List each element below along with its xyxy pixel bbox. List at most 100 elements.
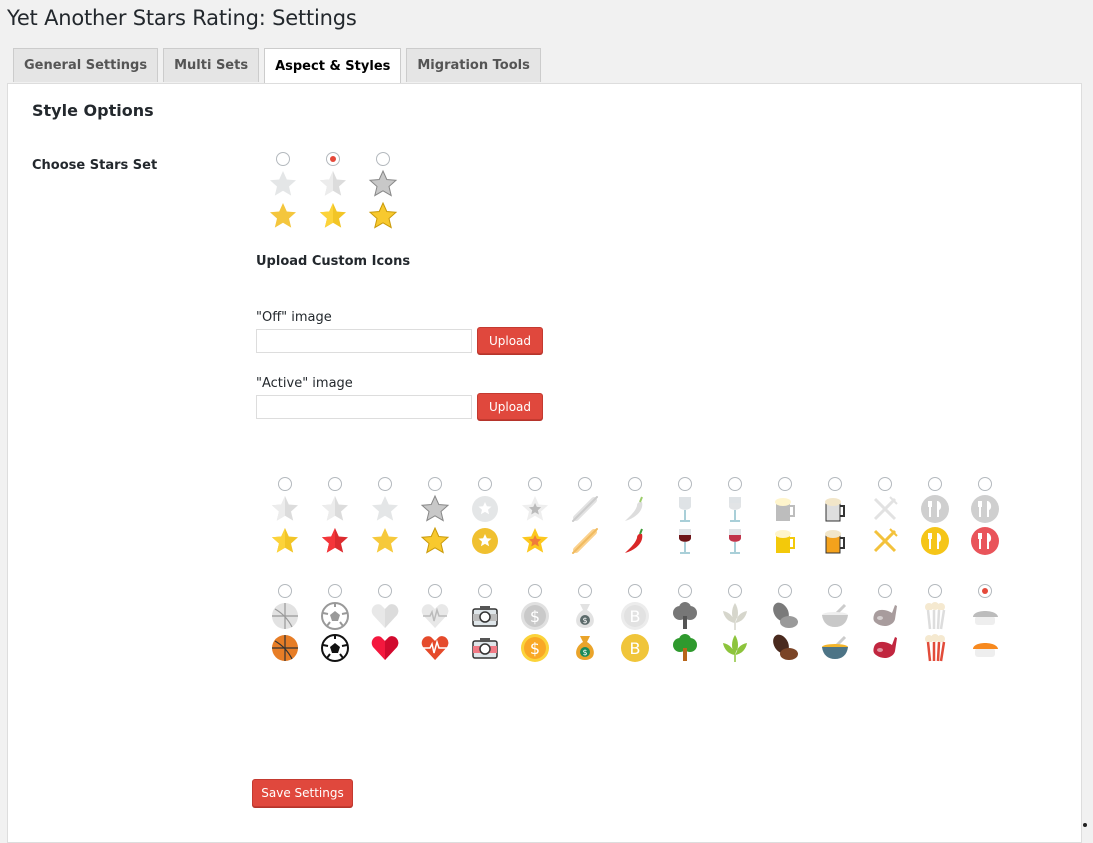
tab-aspect-styles[interactable]: Aspect & Styles xyxy=(264,48,402,84)
active-image-input[interactable] xyxy=(256,395,472,419)
coffee-bean-radio[interactable] xyxy=(778,584,792,598)
glossy-star-on-icon xyxy=(419,525,451,557)
sushi-on-icon xyxy=(969,632,1001,664)
icon-set-cutlery-cross[interactable] xyxy=(865,477,905,557)
dollar-coin-radio[interactable] xyxy=(528,584,542,598)
default-set-flat-star[interactable] xyxy=(263,152,303,232)
bitcoin-radio[interactable] xyxy=(628,584,642,598)
soccer-ball-radio[interactable] xyxy=(328,584,342,598)
star-red-on-icon xyxy=(319,525,351,557)
camera-radio[interactable] xyxy=(478,584,492,598)
icon-set-heartbeat[interactable] xyxy=(415,584,455,664)
icon-set-star-yellow[interactable] xyxy=(365,477,405,557)
icon-set-money-bag[interactable]: $ $ xyxy=(565,584,605,664)
chili-pepper-radio[interactable] xyxy=(628,477,642,491)
split-star-yellow-off-icon xyxy=(269,493,301,525)
rose-wine-off-icon xyxy=(719,493,751,525)
icon-set-circle-star[interactable] xyxy=(465,477,505,557)
icon-set-split-star-yellow[interactable] xyxy=(265,477,305,557)
icon-set-basketball[interactable] xyxy=(265,584,305,664)
choose-stars-set-label: Choose Stars Set xyxy=(32,158,158,173)
icon-set-soup-bowl[interactable] xyxy=(815,584,855,664)
default-set-split-star[interactable] xyxy=(313,152,353,232)
icon-set-soccer-ball[interactable] xyxy=(315,584,355,664)
circle-star-off-icon xyxy=(469,493,501,525)
red-wine-radio[interactable] xyxy=(678,477,692,491)
svg-text:B: B xyxy=(630,607,641,626)
default-set-glossy-star[interactable] xyxy=(363,152,403,232)
cutlery-cross-radio[interactable] xyxy=(878,477,892,491)
icon-set-dollar-coin[interactable]: $ $ xyxy=(515,584,555,664)
cutlery-red-radio[interactable] xyxy=(978,477,992,491)
rose-wine-radio[interactable] xyxy=(728,477,742,491)
icon-set-cutlery-yellow[interactable] xyxy=(915,477,955,557)
icon-set-rose-wine[interactable] xyxy=(715,477,755,557)
soccer-ball-on-icon xyxy=(319,632,351,664)
heartbeat-off-icon xyxy=(419,600,451,632)
glossy-star-radio[interactable] xyxy=(428,477,442,491)
split-star-yellow-radio[interactable] xyxy=(278,477,292,491)
heartbeat-radio[interactable] xyxy=(428,584,442,598)
flat-star-radio[interactable] xyxy=(276,152,290,166)
tab-multi-sets[interactable]: Multi Sets xyxy=(163,48,260,82)
icon-set-leaf[interactable] xyxy=(715,584,755,664)
coffee-bean-on-icon xyxy=(769,632,801,664)
icon-set-heart[interactable] xyxy=(365,584,405,664)
basketball-off-icon xyxy=(269,600,301,632)
icon-set-popcorn[interactable] xyxy=(915,584,955,664)
cutlery-yellow-radio[interactable] xyxy=(928,477,942,491)
bitcoin-on-icon: B xyxy=(619,632,651,664)
icon-set-beer-yellow[interactable] xyxy=(765,477,805,557)
off-image-input[interactable] xyxy=(256,329,472,353)
icon-set-tree[interactable] xyxy=(665,584,705,664)
svg-text:$: $ xyxy=(582,616,587,625)
icon-set-chili-pepper[interactable] xyxy=(615,477,655,557)
icon-set-bitcoin[interactable]: BB xyxy=(615,584,655,664)
popcorn-on-icon xyxy=(919,632,951,664)
star-red-radio[interactable] xyxy=(328,477,342,491)
rolling-pin-radio[interactable] xyxy=(578,477,592,491)
upload-active-button[interactable]: Upload xyxy=(477,393,543,420)
icon-set-rolling-pin[interactable] xyxy=(565,477,605,557)
popcorn-radio[interactable] xyxy=(928,584,942,598)
basketball-radio[interactable] xyxy=(278,584,292,598)
double-star-on-icon xyxy=(519,525,551,557)
settings-panel xyxy=(7,83,1082,843)
tree-radio[interactable] xyxy=(678,584,692,598)
upload-off-button[interactable]: Upload xyxy=(477,327,543,354)
icon-set-steak[interactable] xyxy=(865,584,905,664)
icon-set-cutlery-red[interactable] xyxy=(965,477,1005,557)
icon-set-red-wine[interactable] xyxy=(665,477,705,557)
icon-set-glossy-star[interactable] xyxy=(415,477,455,557)
star-yellow-radio[interactable] xyxy=(378,477,392,491)
circle-star-radio[interactable] xyxy=(478,477,492,491)
double-star-radio[interactable] xyxy=(528,477,542,491)
heart-radio[interactable] xyxy=(378,584,392,598)
beer-mug-radio[interactable] xyxy=(828,477,842,491)
icon-set-double-star[interactable] xyxy=(515,477,555,557)
soccer-ball-off-icon xyxy=(319,600,351,632)
tab-migration-tools[interactable]: Migration Tools xyxy=(406,48,541,82)
save-settings-button[interactable]: Save Settings xyxy=(252,779,353,807)
red-wine-on-icon xyxy=(669,525,701,557)
icon-set-coffee-bean[interactable] xyxy=(765,584,805,664)
sushi-radio[interactable] xyxy=(978,584,992,598)
soup-bowl-radio[interactable] xyxy=(828,584,842,598)
beer-yellow-radio[interactable] xyxy=(778,477,792,491)
icon-set-camera[interactable] xyxy=(465,584,505,664)
flat-star-on-icon xyxy=(267,200,299,232)
glossy-star-radio[interactable] xyxy=(376,152,390,166)
icon-set-star-red[interactable] xyxy=(315,477,355,557)
split-star-radio[interactable] xyxy=(326,152,340,166)
money-bag-radio[interactable] xyxy=(578,584,592,598)
rolling-pin-on-icon xyxy=(569,525,601,557)
glossy-star-off-icon xyxy=(419,493,451,525)
leaf-radio[interactable] xyxy=(728,584,742,598)
active-image-label: "Active" image xyxy=(256,376,353,391)
glossy-star-off-icon xyxy=(367,168,399,200)
steak-radio[interactable] xyxy=(878,584,892,598)
icon-set-sushi[interactable] xyxy=(965,584,1005,664)
icon-set-beer-mug[interactable] xyxy=(815,477,855,557)
camera-off-icon xyxy=(469,600,501,632)
tab-general-settings[interactable]: General Settings xyxy=(13,48,159,82)
